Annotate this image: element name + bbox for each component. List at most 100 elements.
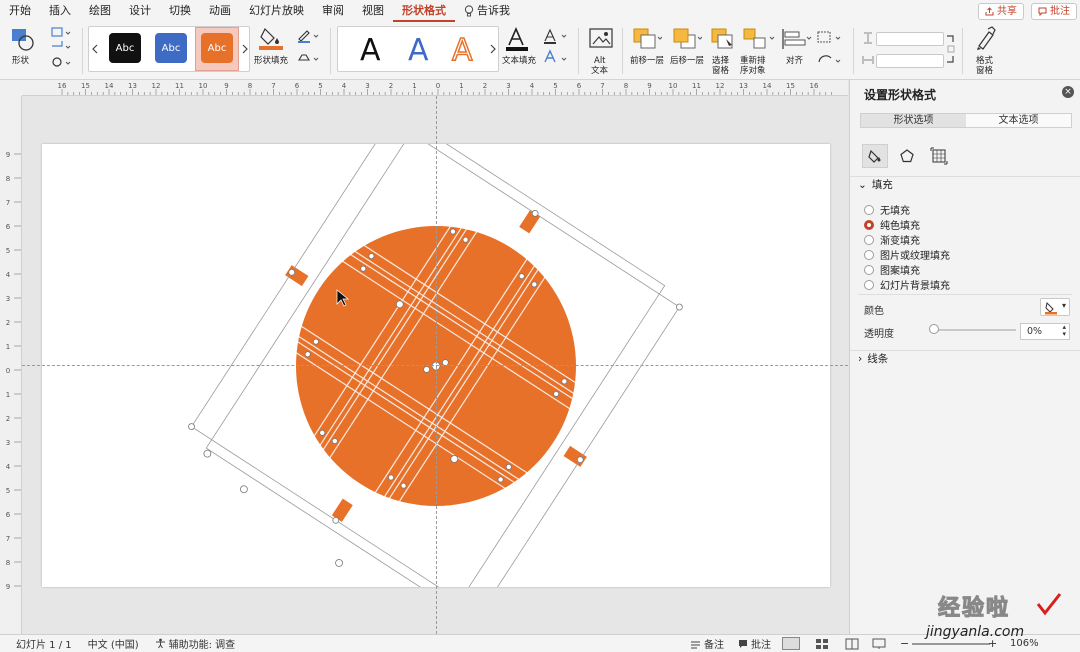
tab-view[interactable]: 视图 [353, 0, 393, 22]
tab-review[interactable]: 审阅 [313, 0, 353, 22]
align-label: 对齐 [786, 56, 804, 66]
tab-home[interactable]: 开始 [0, 0, 40, 22]
slide-canvas[interactable] [22, 96, 848, 634]
reorder-objects-button[interactable]: 重新排 序对象 [738, 22, 778, 80]
stepper-icon[interactable]: ▴ ▾ [1062, 324, 1066, 338]
comments-button[interactable]: 批注 [1031, 3, 1077, 20]
effects-tab[interactable] [894, 144, 920, 168]
tab-transitions[interactable]: 切换 [160, 0, 200, 22]
lock-aspect-icon[interactable] [946, 34, 956, 64]
style-orange[interactable]: Abc [201, 33, 233, 63]
reading-view-icon[interactable] [845, 638, 859, 650]
radio-button[interactable] [864, 264, 874, 275]
fill-option-gradient[interactable]: 渐变填充 [864, 232, 920, 247]
notes-button[interactable]: 备注 [690, 636, 724, 651]
radio-button[interactable] [864, 249, 874, 260]
comment-icon [739, 639, 747, 648]
chevron-right-icon: › [858, 353, 863, 365]
radio-button[interactable] [864, 234, 874, 245]
format-pane-button[interactable]: 格式 窗格 [968, 22, 1004, 80]
tab-shape-options[interactable]: 形状选项 [861, 114, 966, 127]
fill-header-label: 填充 [871, 179, 893, 191]
tab-design[interactable]: 设计 [120, 0, 160, 22]
style-blue[interactable]: Abc [155, 33, 187, 63]
paint-bucket-icon[interactable] [258, 25, 284, 51]
chevron-down-icon: ⌄ [858, 179, 867, 191]
style-black[interactable]: Abc [109, 33, 141, 63]
selection-pane-label-2: 窗格 [712, 66, 730, 76]
width-input[interactable] [876, 54, 944, 68]
alt-text-icon [589, 28, 613, 48]
fill-line-tab[interactable] [862, 144, 888, 168]
status-comments-button[interactable]: 批注 [738, 636, 771, 651]
horizontal-guide[interactable] [22, 365, 848, 366]
wordart-blue[interactable]: A [408, 33, 429, 68]
status-bar: 幻灯片 1 / 1 中文 (中国) 辅助功能: 调查 备注 批注 − + 106… [0, 634, 1080, 652]
fill-option-pattern[interactable]: 图案填充 [864, 262, 920, 277]
ruler-label: 8 [248, 82, 252, 90]
ruler-label: 5 [318, 82, 322, 90]
tab-text-options[interactable]: 文本选项 [966, 114, 1071, 127]
fill-option-solid[interactable]: 纯色填充 [864, 217, 920, 232]
ruler-label: 9 [224, 82, 228, 90]
selection-pane-button[interactable]: 选择 窗格 [708, 22, 736, 80]
fill-section-header[interactable]: ⌄ 填充 [850, 176, 1080, 194]
wordart-black[interactable]: A [360, 33, 381, 68]
fill-option-picture[interactable]: 图片或纹理填充 [864, 247, 950, 262]
share-button[interactable]: 共享 [978, 3, 1024, 20]
line-header-label: 线条 [867, 353, 889, 365]
align-button[interactable]: 对齐 [778, 22, 814, 80]
ruler-label: 7 [271, 82, 275, 90]
fill-option-label: 图片或纹理填充 [880, 251, 950, 262]
zoom-out-button[interactable]: − [900, 637, 909, 650]
height-input[interactable] [876, 32, 944, 46]
group-rotate-icon[interactable] [816, 30, 846, 70]
accessibility-status[interactable]: 辅助功能: 调查 [155, 636, 235, 651]
text-outline-effects-icon[interactable] [542, 28, 572, 68]
transparency-slider-thumb[interactable] [929, 324, 939, 334]
ribbon-tabs: 开始 插入 绘图 设计 切换 动画 幻灯片放映 审阅 视图 形状格式 告诉我 [0, 0, 1080, 22]
radio-button[interactable] [864, 204, 874, 215]
close-icon[interactable]: × [1062, 86, 1074, 98]
tab-slideshow[interactable]: 幻灯片放映 [240, 0, 313, 22]
transparency-slider-track[interactable] [934, 329, 1016, 331]
tell-me[interactable]: 告诉我 [455, 0, 519, 22]
gallery-left-icon[interactable] [92, 44, 98, 54]
wordart-orange-outline[interactable]: A [451, 32, 473, 69]
fill-option-slide-background[interactable]: 幻灯片背景填充 [864, 277, 950, 292]
send-backward-button[interactable]: 后移一层 [668, 22, 708, 80]
ruler-label: 6 [6, 511, 11, 519]
normal-view-button[interactable] [782, 637, 800, 650]
format-shape-pane: 设置形状格式 × 形状选项 文本选项 ⌄ 填充 无填充 纯色填充 渐变填充 图片或… [849, 80, 1080, 634]
tab-shape-format[interactable]: 形状格式 [393, 1, 455, 22]
tab-draw[interactable]: 绘图 [80, 0, 120, 22]
wordart-gallery: A A A [337, 26, 499, 72]
reorder-label-1: 重新排 [740, 56, 766, 66]
radio-button-selected[interactable] [864, 219, 874, 230]
slide-sorter-icon[interactable] [815, 638, 829, 650]
tab-animations[interactable]: 动画 [200, 0, 240, 22]
text-fill-icon[interactable] [504, 26, 530, 52]
ruler-label: 14 [105, 82, 114, 90]
gallery-right-icon[interactable] [490, 44, 496, 54]
selection-pane-label-1: 选择 [712, 56, 730, 66]
color-picker-button[interactable]: ▾ [1040, 298, 1070, 316]
ruler-corner [0, 80, 22, 96]
tab-insert[interactable]: 插入 [40, 0, 80, 22]
transparency-input[interactable]: 0% ▴ ▾ [1020, 323, 1070, 340]
gallery-right-icon[interactable] [242, 44, 248, 54]
edit-shape-icon[interactable] [50, 26, 72, 70]
bring-forward-button[interactable]: 前移一层 [628, 22, 668, 80]
radio-button[interactable] [864, 279, 874, 290]
fill-option-none[interactable]: 无填充 [864, 202, 910, 217]
outline-effects-icon[interactable] [296, 28, 324, 68]
horizontal-ruler-ticks: 16 15 14 13 12 11 10 9 8 7 6 5 4 3 2 1 0 1 2 3 4 5 6 7 8 9 10 11 12 1… [58, 82, 832, 95]
ruler-label: 0 [6, 367, 10, 375]
alt-text-group[interactable]: Alt 文本 [584, 22, 618, 80]
slideshow-icon[interactable] [872, 638, 886, 650]
shapes-icon[interactable] [10, 27, 36, 53]
language-status[interactable]: 中文 (中国) [88, 636, 139, 651]
size-properties-tab[interactable] [926, 144, 952, 168]
ruler-label: 8 [6, 559, 10, 567]
line-section-header[interactable]: › 线条 [850, 350, 1080, 368]
